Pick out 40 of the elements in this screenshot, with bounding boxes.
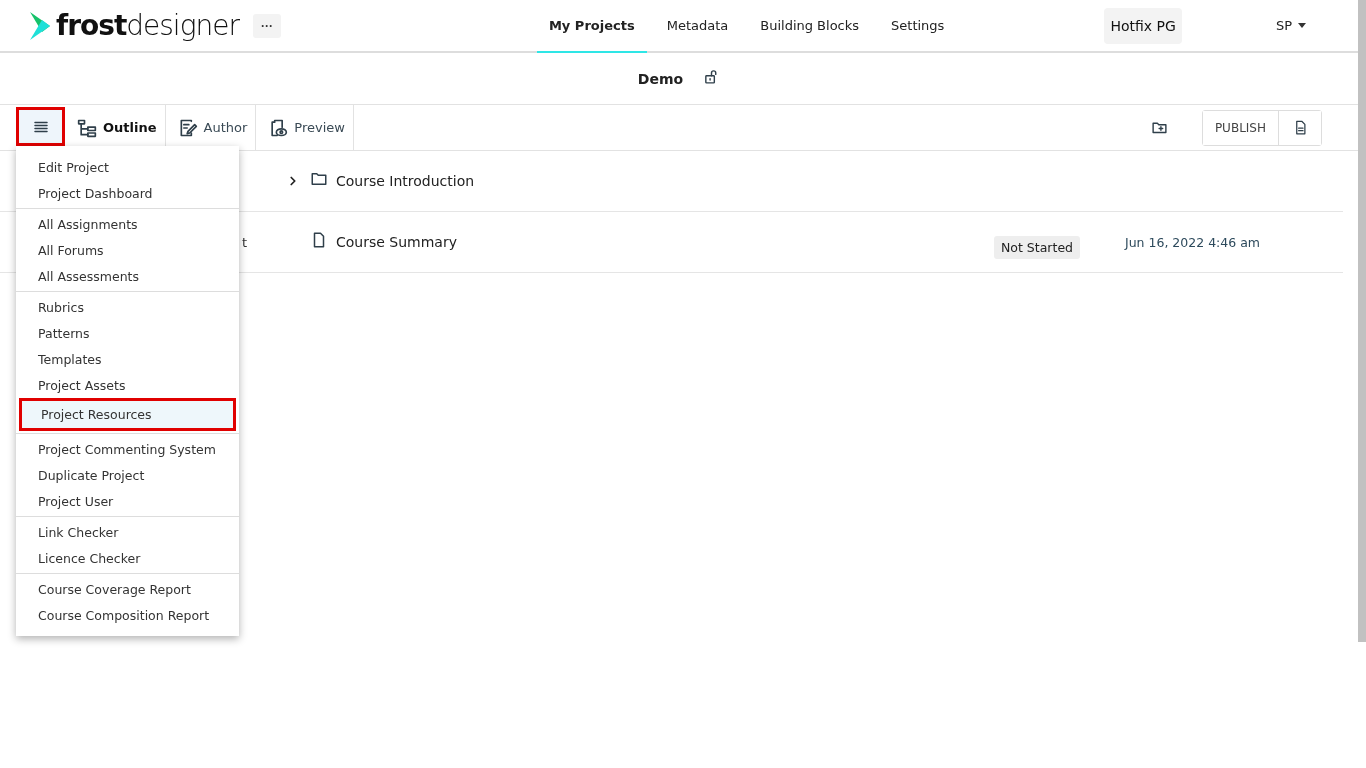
- menu-item[interactable]: All Forums: [16, 237, 239, 263]
- menu-item[interactable]: Course Coverage Report: [16, 576, 239, 602]
- menu-item[interactable]: Link Checker: [16, 519, 239, 545]
- menu-item[interactable]: Course Composition Report: [16, 602, 239, 628]
- menu-button[interactable]: [16, 107, 65, 146]
- project-title: Demo: [637, 70, 684, 87]
- menu-item[interactable]: Patterns: [16, 320, 239, 346]
- tree-icon: [77, 117, 97, 138]
- row-title: Course Introduction: [336, 173, 475, 189]
- row-title: Course Summary: [336, 234, 457, 250]
- caret-icon: [1298, 23, 1306, 28]
- nav-tab[interactable]: Settings: [879, 0, 957, 53]
- menu-item[interactable]: Licence Checker: [16, 545, 239, 571]
- logo-text: designer: [126, 9, 239, 42]
- nav-tab[interactable]: Building Blocks: [748, 0, 872, 53]
- status-badge: Not Started: [994, 236, 1081, 259]
- folder-icon: [310, 170, 328, 188]
- menu-item[interactable]: Project User: [16, 488, 239, 514]
- menu-item[interactable]: Project Commenting System: [16, 436, 239, 462]
- publish-button[interactable]: PUBLISH: [1202, 110, 1279, 145]
- workspace-button[interactable]: Hotfix PG: [1104, 7, 1182, 44]
- menu-item[interactable]: All Assignments: [16, 211, 239, 237]
- logo-text-bold: frost: [56, 9, 127, 42]
- nav-tab[interactable]: Metadata: [654, 0, 741, 53]
- menu-item[interactable]: Rubrics: [16, 294, 239, 320]
- menu-item[interactable]: Project Resources: [19, 398, 236, 431]
- eye-document-icon: [268, 117, 289, 138]
- menu-item[interactable]: Edit Project: [16, 154, 239, 180]
- menu-item[interactable]: Project Assets: [16, 372, 239, 398]
- menu-item[interactable]: Templates: [16, 346, 239, 372]
- menu-item[interactable]: Duplicate Project: [16, 462, 239, 488]
- menu-item[interactable]: Project Dashboard: [16, 180, 239, 206]
- logo-icon: [28, 9, 52, 42]
- view-tab[interactable]: Preview: [256, 105, 354, 150]
- scrollbar[interactable]: [1358, 0, 1366, 642]
- user-menu[interactable]: SP: [1269, 17, 1312, 34]
- more-button[interactable]: ···: [252, 13, 281, 38]
- row-date: Jun 16, 2022 4:46 am: [1125, 235, 1261, 250]
- row-text: t: [242, 234, 248, 250]
- nav-tab[interactable]: My Projects: [536, 0, 647, 53]
